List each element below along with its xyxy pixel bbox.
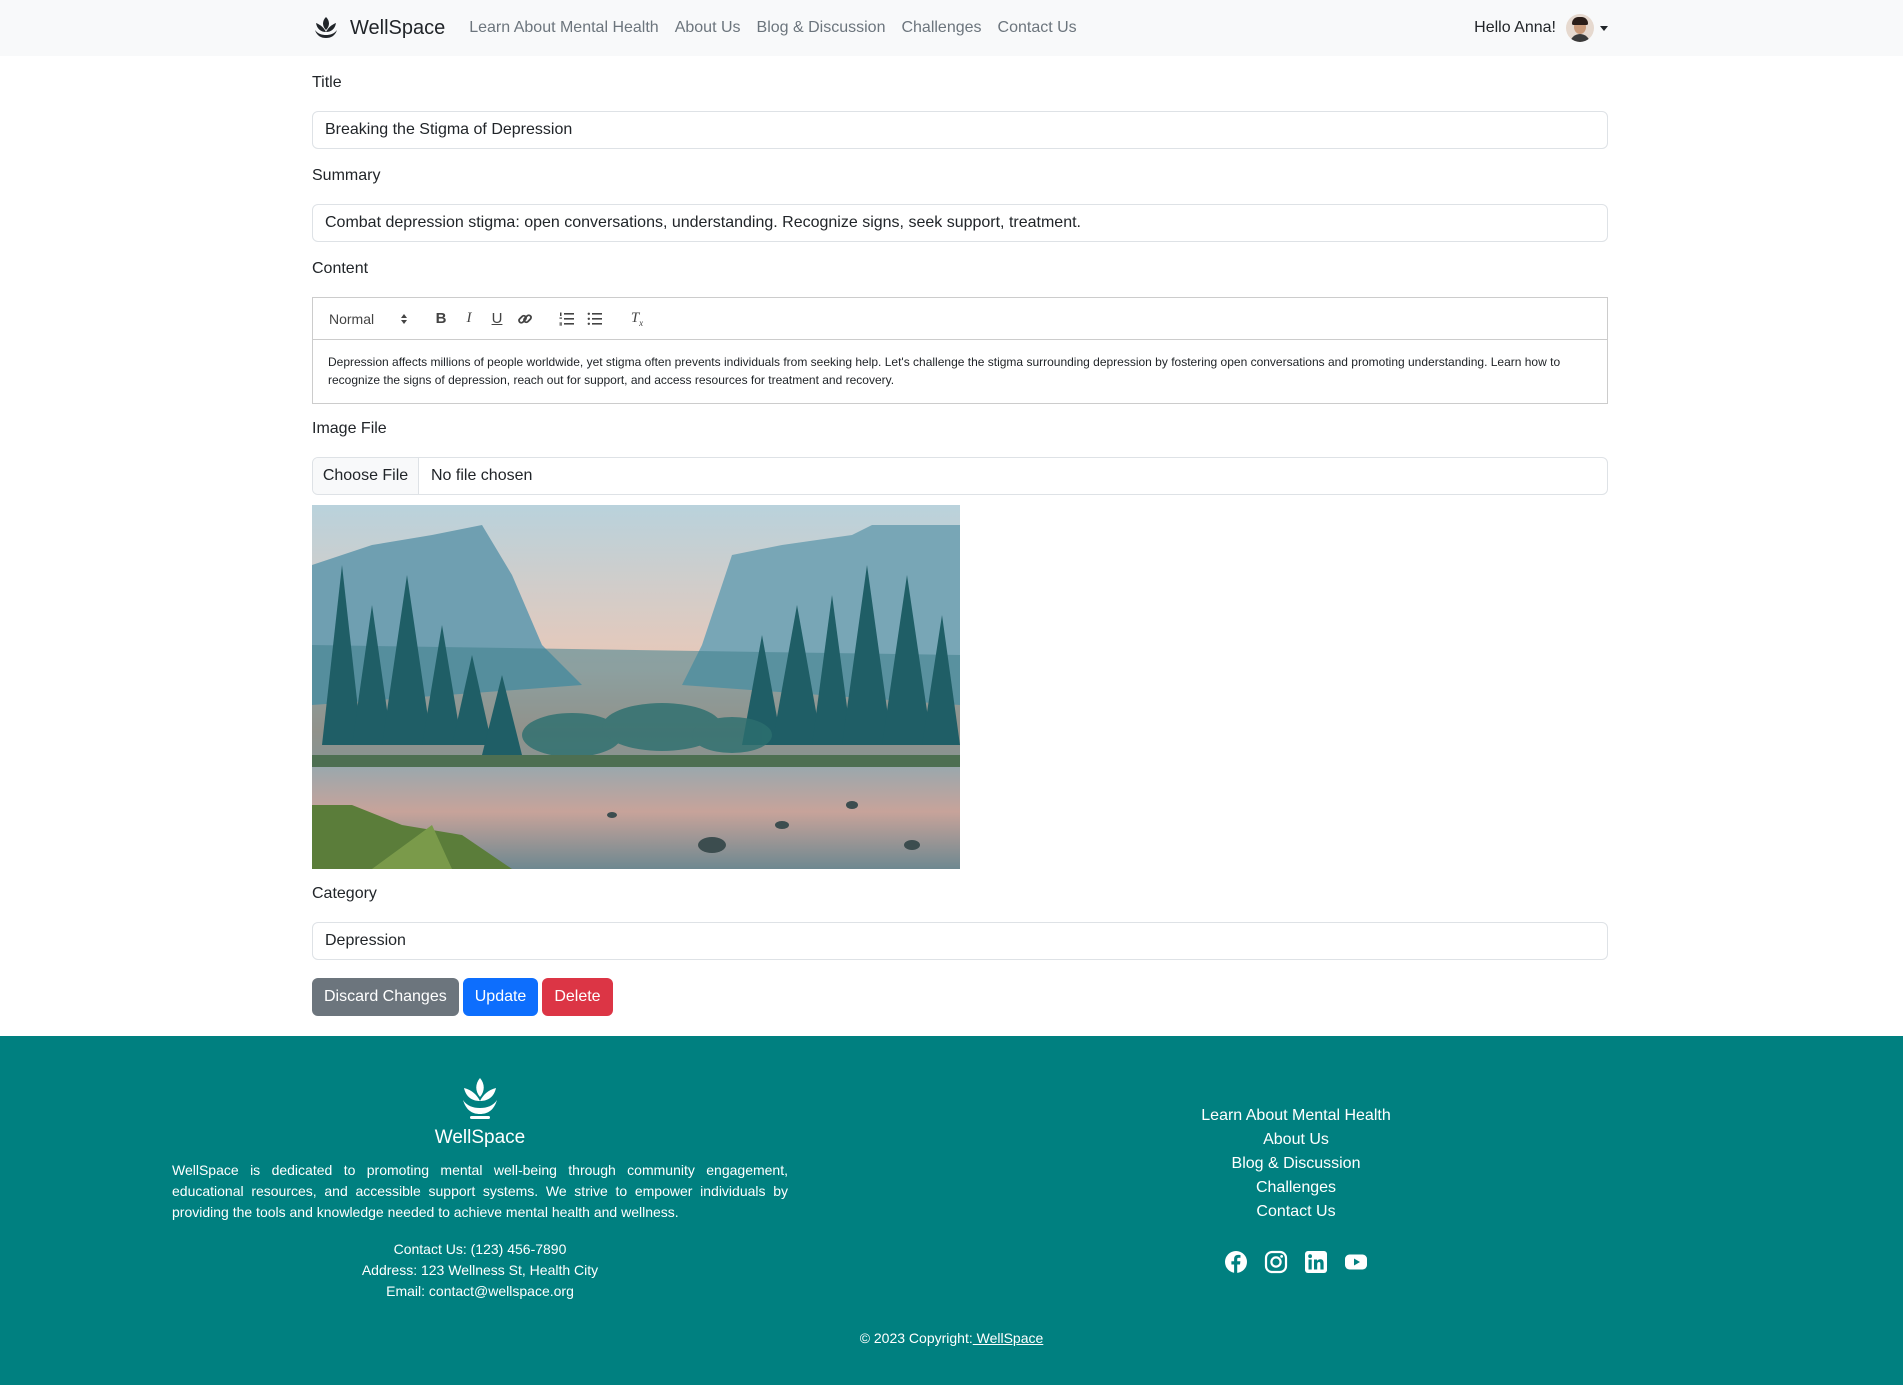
footer-about: WellSpace WellSpace is dedicated to prom… [172, 1076, 788, 1302]
footer-brand: WellSpace [434, 1127, 526, 1148]
category-label: Category [312, 885, 377, 902]
footer-phone: Contact Us: (123) 456-7890 [393, 1241, 567, 1257]
social-links [1180, 1250, 1412, 1274]
discard-changes-button[interactable]: Discard Changes [312, 978, 459, 1016]
nav-link-learn[interactable]: Learn About Mental Health [469, 19, 658, 37]
user-greeting: Hello Anna! [1474, 19, 1556, 36]
underline-icon[interactable]: U [483, 307, 511, 331]
title-input[interactable]: Breaking the Stigma of Depression [312, 111, 1608, 149]
landscape-image [312, 505, 960, 869]
navbar-inner: WellSpace Learn About Mental Health Abou… [312, 0, 1608, 56]
nav-link-blog[interactable]: Blog & Discussion [757, 19, 886, 37]
lotus-logo-icon [463, 1078, 497, 1119]
choose-file-button[interactable]: Choose File [313, 458, 419, 494]
category-input[interactable]: Depression [312, 922, 1608, 960]
bold-icon[interactable]: B [427, 307, 455, 331]
footer-link-challenges[interactable]: Challenges [1180, 1176, 1412, 1200]
ordered-list-icon[interactable] [553, 307, 581, 331]
editor-content[interactable]: Depression affects millions of people wo… [313, 340, 1607, 403]
nav-link-contact[interactable]: Contact Us [998, 19, 1077, 37]
summary-input[interactable]: Combat depression stigma: open conversat… [312, 204, 1608, 242]
clear-formatting-icon[interactable]: Tx [623, 307, 651, 331]
bullet-list-icon[interactable] [581, 307, 609, 331]
footer-address: Address: 123 Wellness St, Health City [361, 1262, 599, 1278]
youtube-icon[interactable] [1344, 1250, 1368, 1274]
brand-name: WellSpace [350, 16, 446, 39]
copyright: © 2023 Copyright: WellSpace [0, 1330, 1903, 1346]
dropdown-caret-icon[interactable] [1600, 25, 1608, 31]
file-status-text: No file chosen [431, 467, 533, 484]
brand-link[interactable]: WellSpace [312, 14, 445, 42]
post-image-preview [312, 505, 960, 869]
italic-icon[interactable]: I [455, 307, 483, 331]
footer-links: Learn About Mental Health About Us Blog … [1180, 1104, 1412, 1274]
footer-link-learn[interactable]: Learn About Mental Health [1180, 1104, 1412, 1128]
format-select-value: Normal [329, 310, 375, 327]
user-menu[interactable]: Hello Anna! [1474, 14, 1608, 42]
nav-link-about[interactable]: About Us [675, 19, 741, 37]
facebook-icon[interactable] [1224, 1250, 1248, 1274]
title-label: Title [312, 74, 342, 91]
lotus-logo-icon [315, 17, 337, 38]
image-file-input[interactable]: Choose File No file chosen [312, 457, 1608, 495]
summary-label: Summary [312, 167, 381, 184]
linkedin-icon[interactable] [1304, 1250, 1328, 1274]
nav-links: Learn About Mental Health About Us Blog … [469, 19, 1076, 37]
footer: WellSpace WellSpace is dedicated to prom… [0, 1036, 1903, 1385]
copyright-text: © 2023 Copyright: [859, 1330, 973, 1346]
link-icon[interactable] [511, 307, 539, 331]
image-file-label: Image File [312, 420, 387, 437]
delete-button[interactable]: Delete [542, 978, 613, 1016]
copyright-link[interactable]: WellSpace [973, 1330, 1044, 1346]
nav-link-challenges[interactable]: Challenges [901, 19, 981, 37]
format-select[interactable]: Normal [329, 311, 413, 327]
editor-toolbar: Normal B I U Tx [313, 298, 1607, 340]
instagram-icon[interactable] [1264, 1250, 1288, 1274]
avatar[interactable] [1566, 14, 1594, 42]
update-button[interactable]: Update [462, 978, 539, 1016]
footer-contact: Contact Us: (123) 456-7890 Address: 123 … [172, 1239, 788, 1302]
content-label: Content [312, 260, 369, 277]
select-arrows-icon [401, 313, 407, 324]
footer-email: Email: contact@wellspace.org [386, 1283, 574, 1299]
footer-link-blog[interactable]: Blog & Discussion [1180, 1152, 1412, 1176]
footer-description: WellSpace is dedicated to promoting ment… [172, 1162, 788, 1220]
rich-text-editor: Normal B I U Tx Depression affects milli… [312, 297, 1608, 404]
footer-link-contact[interactable]: Contact Us [1180, 1200, 1412, 1224]
navbar: WellSpace Learn About Mental Health Abou… [0, 0, 1903, 56]
form-actions: Discard Changes Update Delete [312, 978, 613, 1016]
footer-link-about[interactable]: About Us [1180, 1128, 1412, 1152]
